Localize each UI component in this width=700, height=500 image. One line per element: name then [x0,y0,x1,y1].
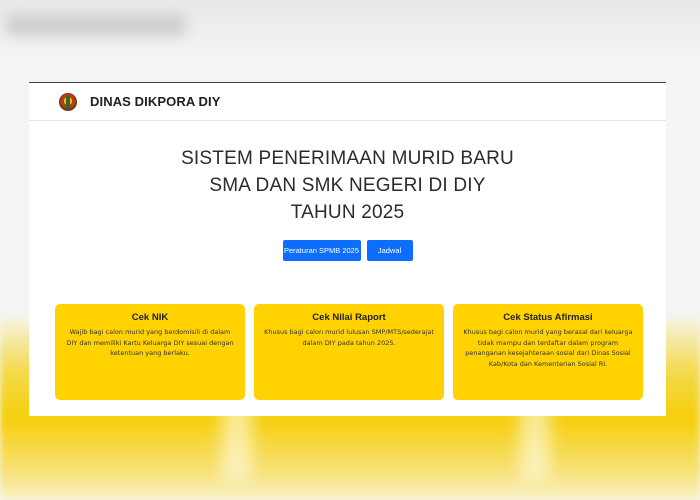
check-report-grades-card[interactable]: Cek Nilai Raport Khusus bagi calon murid… [254,304,444,400]
navbar-brand[interactable]: DINAS DIKPORA DIY [90,94,221,109]
background-blurred-text [6,14,186,36]
main-panel: DINAS DIKPORA DIY SISTEM PENERIMAAN MURI… [29,82,666,416]
dikpora-emblem-icon[interactable] [59,92,77,111]
title-line-3: TAHUN 2025 [290,202,405,223]
check-affirmation-status-card[interactable]: Cek Status Afirmasi Khusus bagi calon mu… [453,304,643,400]
check-nik-card[interactable]: Cek NIK Wajib bagi calon murid yang berd… [55,304,245,400]
feature-cards: Cek NIK Wajib bagi calon murid yang berd… [55,304,643,400]
action-buttons: Peraturan SPMB 2025 Jadwal [29,240,666,261]
card-title: Cek NIK [131,312,169,323]
page-title: SISTEM PENERIMAAN MURID BARU SMA DAN SMK… [29,145,666,226]
card-description: Khusus bagi calon murid lulusan SMP/MTS/… [264,328,434,347]
title-line-1: SISTEM PENERIMAAN MURID BARU [181,148,514,169]
card-title: Cek Nilai Raport [312,312,386,323]
card-description: Wajib bagi calon murid yang berdomisili … [66,328,234,357]
schedule-button[interactable]: Jadwal [366,240,413,261]
card-description: Khusus bagi calon murid yang berasal dar… [463,328,633,368]
regulation-button[interactable]: Peraturan SPMB 2025 [282,240,361,261]
title-line-2: SMA DAN SMK NEGERI DI DIY [209,175,486,196]
navbar: DINAS DIKPORA DIY [29,83,666,121]
card-title: Cek Status Afirmasi [503,312,593,323]
